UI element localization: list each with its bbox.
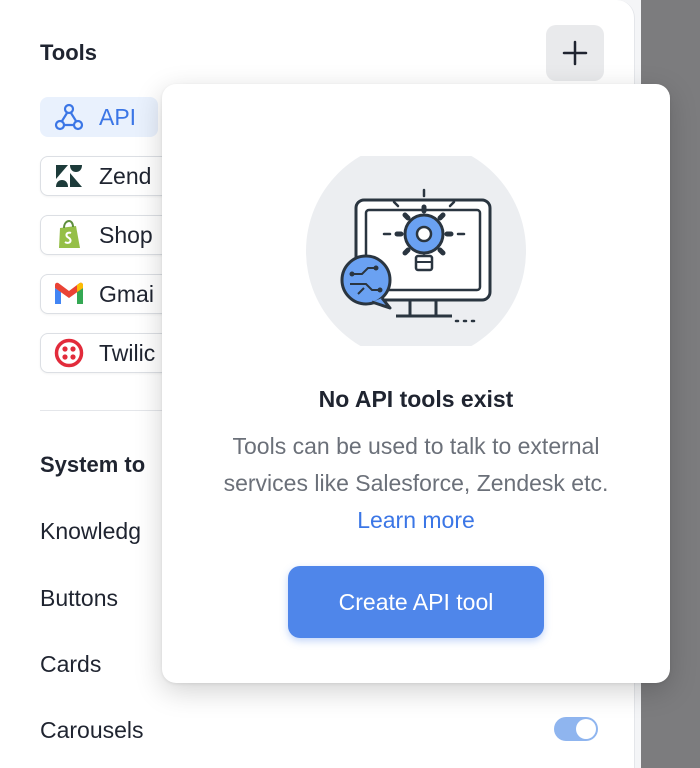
system-item-carousels[interactable]: Carousels: [40, 717, 144, 744]
system-item-buttons[interactable]: Buttons: [40, 585, 118, 612]
toggle-knob: [576, 719, 596, 739]
section-divider: [40, 410, 170, 411]
monitor-gear-illustration: [306, 156, 526, 346]
tool-label-shopify: Shop: [99, 221, 153, 248]
empty-state-title: No API tools exist: [318, 386, 514, 412]
system-tools-heading: System to: [40, 452, 146, 477]
system-item-cards[interactable]: Cards: [40, 651, 101, 678]
learn-more-link[interactable]: Learn more: [357, 507, 475, 533]
empty-state-popover: No API tools exist Tools can be used to …: [162, 84, 670, 683]
carousels-toggle[interactable]: [554, 717, 598, 741]
system-item-knowledge[interactable]: Knowledg: [40, 518, 141, 545]
create-api-tool-button[interactable]: Create API tool: [288, 566, 544, 638]
tool-label-zendesk: Zend: [99, 162, 152, 189]
plus-icon: [562, 40, 588, 66]
twilio-icon: [53, 337, 85, 369]
tool-label-gmail: Gmai: [99, 280, 154, 307]
tool-label-twilio: Twilic: [99, 339, 156, 366]
gmail-icon: [53, 278, 85, 310]
tools-heading: Tools: [40, 40, 98, 65]
tool-label-api: API: [99, 103, 137, 130]
empty-state-description: Tools can be used to talk to external se…: [202, 428, 630, 539]
add-tool-button[interactable]: [546, 25, 604, 81]
shopify-icon: [53, 219, 85, 251]
api-icon: [53, 101, 85, 133]
empty-state-text: Tools can be used to talk to external se…: [223, 433, 609, 496]
zendesk-icon: [53, 160, 85, 192]
tool-item-api[interactable]: API: [40, 97, 158, 137]
